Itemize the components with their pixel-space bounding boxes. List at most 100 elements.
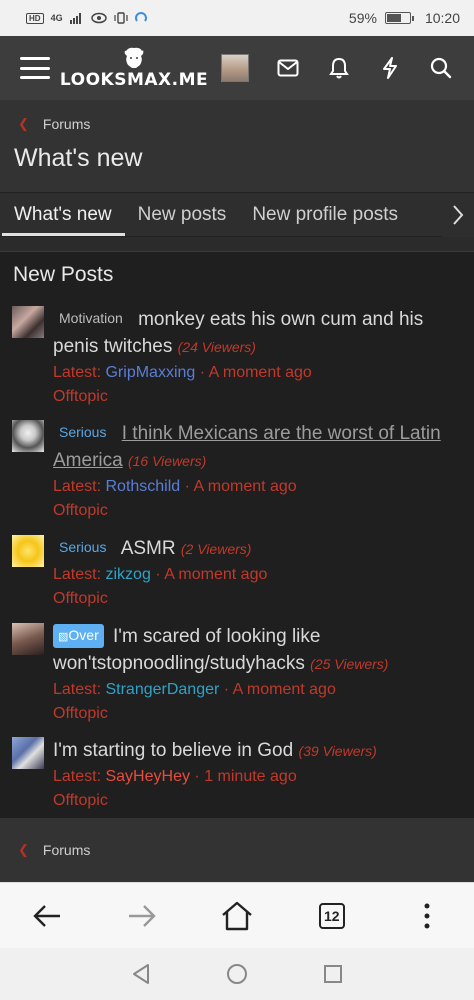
bell-icon xyxy=(328,57,349,79)
latest-meta: Latest: Rothschild · A moment ago xyxy=(53,475,462,499)
home-button[interactable] xyxy=(207,886,267,946)
nav-home-icon[interactable] xyxy=(226,963,248,985)
avatar[interactable] xyxy=(221,54,249,82)
forward-button[interactable] xyxy=(112,886,172,946)
home-icon xyxy=(222,901,252,930)
viewer-count: (24 Viewers) xyxy=(177,339,256,355)
list-item: I'm starting to believe in God (39 Viewe… xyxy=(0,731,474,815)
latest-user[interactable]: Rothschild xyxy=(105,478,180,495)
chevron-right-icon xyxy=(453,205,464,225)
site-header: LOOKSMAX.ME xyxy=(0,36,474,100)
latest-meta: Latest: GripMaxxing · A moment ago xyxy=(53,361,462,385)
tabs-button[interactable]: 12 xyxy=(302,886,362,946)
separator: · xyxy=(184,478,190,495)
latest-user[interactable]: zikzog xyxy=(105,566,150,583)
latest-time[interactable]: A moment ago xyxy=(194,478,297,495)
thread-prefix[interactable]: Motivation xyxy=(53,308,129,328)
thread-prefix[interactable]: ▧Over xyxy=(53,624,104,648)
latest-label: Latest: xyxy=(53,681,102,698)
vibrate-icon xyxy=(113,12,128,24)
tab-whats-new[interactable]: What's new xyxy=(2,193,125,236)
thread-title[interactable]: I'm starting to believe in God xyxy=(53,740,293,761)
latest-label: Latest: xyxy=(53,478,102,495)
site-logo[interactable]: LOOKSMAX.ME xyxy=(60,47,208,90)
avatar[interactable] xyxy=(12,623,44,655)
tab-scroll-right-button[interactable] xyxy=(442,193,474,237)
search-button[interactable] xyxy=(415,36,466,100)
status-bar: HD 4G 59% 10:20 xyxy=(0,0,474,36)
separator: · xyxy=(194,768,200,785)
status-icons-left: HD 4G xyxy=(26,12,147,24)
whats-new-button[interactable] xyxy=(364,36,415,100)
hd-badge: HD xyxy=(26,12,44,24)
forum-link[interactable]: Offtopic xyxy=(53,385,462,409)
latest-time[interactable]: A moment ago xyxy=(233,681,336,698)
latest-user[interactable]: StrangerDanger xyxy=(105,681,219,698)
battery-fill xyxy=(386,14,402,22)
list-item: Serious ASMR (2 Viewers) Latest: zikzog … xyxy=(0,529,474,617)
viewer-count: (16 Viewers) xyxy=(127,453,207,469)
forum-link[interactable]: Offtopic xyxy=(53,499,462,523)
inbox-icon xyxy=(277,59,298,77)
latest-user[interactable]: GripMaxxing xyxy=(105,364,195,381)
prefix-label: Over xyxy=(68,627,99,643)
search-icon xyxy=(430,57,451,79)
arrow-left-icon xyxy=(33,904,61,927)
section-title: New Posts xyxy=(13,263,114,286)
thread-title[interactable]: ASMR xyxy=(121,538,176,559)
prefix-glyph: ▧ xyxy=(58,631,69,643)
breadcrumb-label: Forums xyxy=(42,842,91,858)
latest-time[interactable]: 1 minute ago xyxy=(204,768,297,785)
tab-new-profile-posts[interactable]: New profile posts xyxy=(239,193,411,236)
thread-prefix[interactable]: Serious xyxy=(53,537,112,557)
avatar[interactable] xyxy=(12,535,44,567)
chevron-left-icon: ❮ xyxy=(18,116,29,131)
battery-icon xyxy=(384,12,414,24)
avatar[interactable] xyxy=(12,737,44,769)
clock: 10:20 xyxy=(424,10,460,26)
forum-link[interactable]: Offtopic xyxy=(53,702,462,726)
back-button[interactable] xyxy=(17,886,77,946)
new-posts-section: New Posts Motivation monkey eats his own… xyxy=(0,251,474,818)
page-title: What's new xyxy=(14,144,143,172)
latest-time[interactable]: A moment ago xyxy=(164,566,267,583)
latest-user[interactable]: SayHeyHey xyxy=(105,768,189,785)
chevron-left-icon: ❮ xyxy=(18,842,29,857)
nav-recents-icon[interactable] xyxy=(323,964,343,984)
breadcrumb[interactable]: ❮ Forums xyxy=(0,114,474,134)
nav-back-icon[interactable] xyxy=(131,963,151,985)
more-vertical-icon xyxy=(424,903,430,928)
network-type: 4G xyxy=(50,13,63,23)
latest-time[interactable]: A moment ago xyxy=(209,364,312,381)
footer-breadcrumb[interactable]: ❮ Forums xyxy=(0,818,474,882)
viewer-count: (39 Viewers) xyxy=(298,743,377,759)
separator: · xyxy=(223,681,230,698)
forum-link[interactable]: Offtopic xyxy=(53,587,462,611)
list-item: Serious I think Mexicans are the worst o… xyxy=(0,414,474,529)
lightning-icon xyxy=(382,57,397,79)
thread-prefix[interactable]: Serious xyxy=(53,422,112,442)
breadcrumb-label: Forums xyxy=(42,116,91,132)
battery-percent: 59% xyxy=(348,10,377,26)
latest-label: Latest: xyxy=(53,566,102,583)
menu-icon[interactable] xyxy=(20,57,50,79)
page-header: ❮ Forums What's new What's new New posts… xyxy=(0,100,474,237)
system-nav-bar xyxy=(0,948,474,1000)
signal-icon xyxy=(69,13,81,24)
avatar[interactable] xyxy=(12,306,44,338)
more-options-button[interactable] xyxy=(397,886,457,946)
list-item: ▧Over I'm scared of looking like won'tst… xyxy=(0,617,474,731)
avatar[interactable] xyxy=(12,420,44,452)
latest-meta: Latest: zikzog · A moment ago xyxy=(53,563,462,587)
latest-meta: Latest: SayHeyHey · 1 minute ago xyxy=(53,765,462,789)
latest-meta: Latest: StrangerDanger · A moment ago xyxy=(53,678,462,702)
tab-bar: What's new New posts New profile posts xyxy=(0,192,474,237)
logo-text: LOOKSMAX.ME xyxy=(59,69,209,90)
inbox-button[interactable] xyxy=(262,36,313,100)
tab-new-posts[interactable]: New posts xyxy=(125,193,240,236)
status-icons-right: 59% 10:20 xyxy=(349,10,460,26)
alerts-button[interactable] xyxy=(313,36,364,100)
forum-link[interactable]: Offtopic xyxy=(53,789,462,813)
tab-count: 12 xyxy=(318,902,345,929)
separator: · xyxy=(155,566,161,583)
